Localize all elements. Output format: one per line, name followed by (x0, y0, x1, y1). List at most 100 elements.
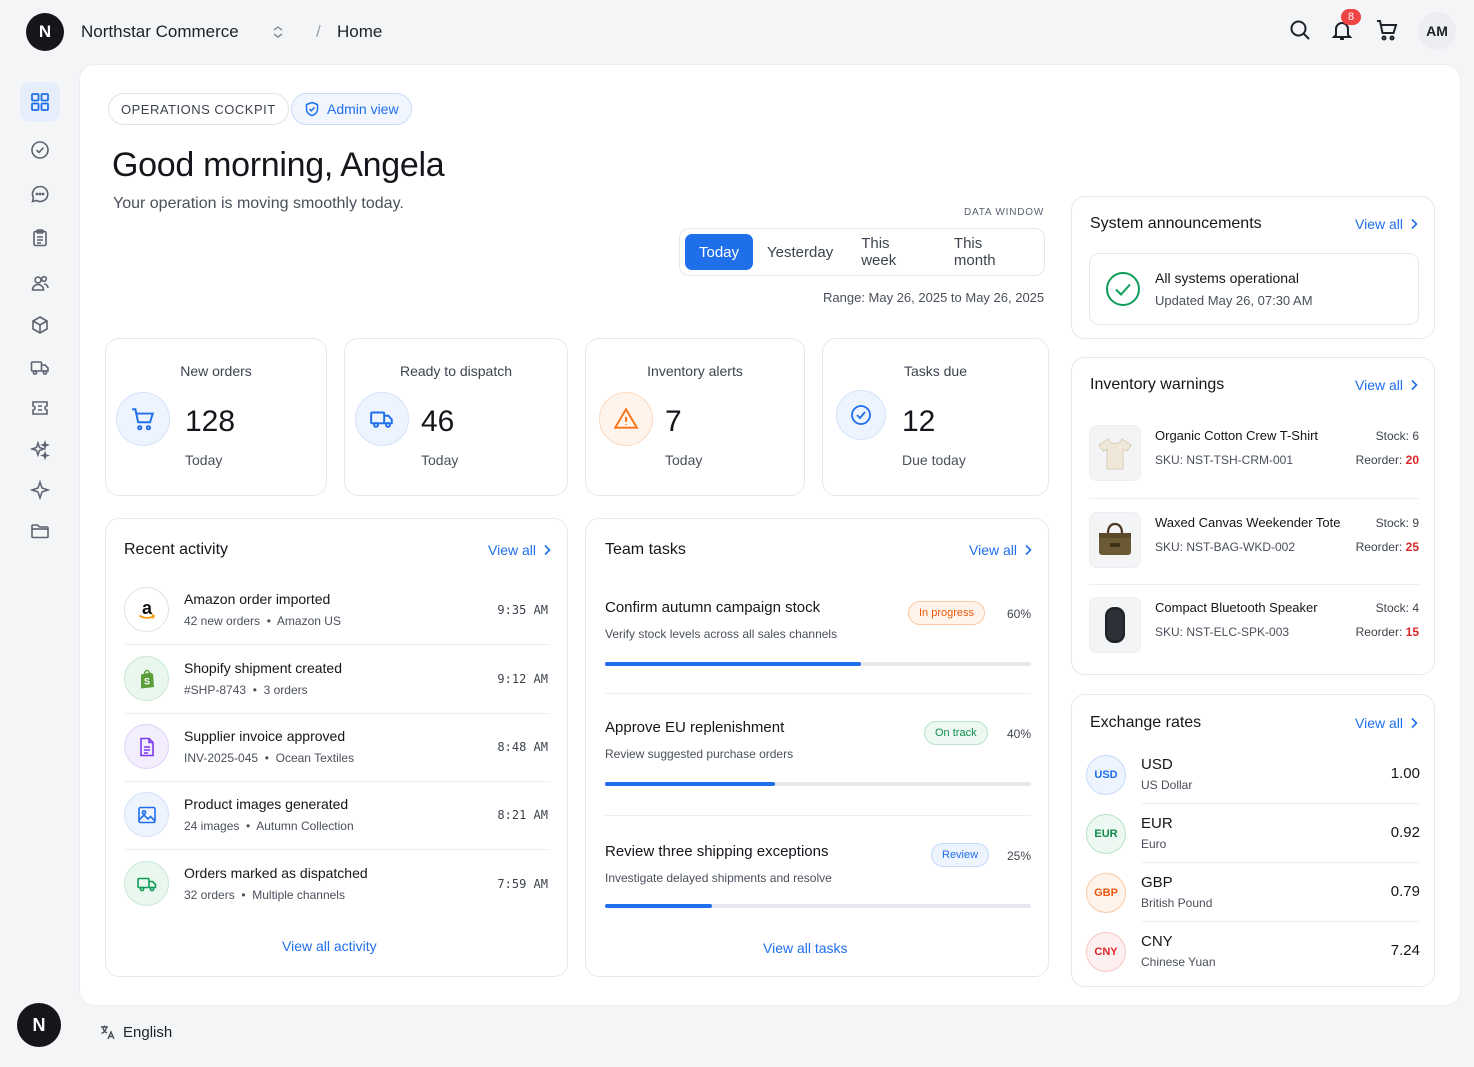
progress-fill (605, 782, 776, 786)
row-divider (124, 644, 550, 645)
sidebar-item-customers[interactable] (20, 263, 60, 303)
box-icon (32, 316, 48, 334)
inventory-item[interactable]: Waxed Canvas Weekender Tote SKU: NST-BAG… (1089, 505, 1419, 575)
row-divider (1089, 584, 1419, 585)
shield-check-icon (305, 101, 319, 117)
currency-badge: CNY (1086, 932, 1126, 972)
system-announcements-card: System announcements View all All system… (1071, 196, 1435, 339)
currency-badge: GBP (1086, 873, 1126, 913)
task-item[interactable]: Review three shipping exceptions Investi… (605, 843, 1031, 913)
sidebar-item-shipping[interactable] (20, 347, 60, 387)
sidebar-item-automations[interactable] (20, 430, 60, 470)
currency-name: Euro (1141, 837, 1167, 851)
announcements-view-all-link[interactable]: View all (1355, 216, 1419, 232)
user-avatar[interactable]: AM (1418, 12, 1456, 50)
brand-logo[interactable]: N (26, 13, 64, 51)
product-sku: SKU: NST-ELC-SPK-003 (1155, 625, 1290, 639)
sidebar-item-promotions[interactable] (20, 388, 60, 428)
progress-fill (605, 662, 861, 666)
activity-row[interactable]: Supplier invoice approved INV-2025-045 •… (124, 714, 550, 782)
speaker-icon (1089, 597, 1141, 653)
operations-cockpit-pill: OPERATIONS COCKPIT (108, 93, 289, 125)
stat-value: 128 (185, 405, 236, 438)
search-icon[interactable] (1288, 18, 1312, 42)
sidebar-item-ai[interactable] (20, 470, 60, 510)
recent-activity-title: Recent activity (124, 541, 229, 558)
activity-meta: INV-2025-045 • Ocean Textiles (184, 751, 355, 765)
task-percent: 25% (1006, 849, 1031, 863)
footer-brand-logo[interactable]: N (17, 1003, 61, 1047)
task-title: Review three shipping exceptions (605, 843, 829, 860)
currency-code: GBP (1141, 874, 1173, 891)
sidebar-item-files[interactable] (20, 511, 60, 551)
task-item[interactable]: Confirm autumn campaign stock Verify sto… (605, 599, 1031, 669)
announcement-item[interactable]: All systems operational Updated May 26, … (1089, 253, 1419, 325)
currency-code: EUR (1141, 815, 1173, 832)
row-divider (1142, 803, 1420, 804)
product-reorder: Reorder: 20 (1355, 453, 1419, 467)
tab-yesterday[interactable]: Yesterday (753, 234, 847, 270)
team-tasks-title: Team tasks (605, 541, 686, 558)
tab-this-month[interactable]: This month (940, 234, 1039, 270)
sidebar-item-orders[interactable] (20, 218, 60, 258)
activity-title: Supplier invoice approved (184, 728, 346, 744)
check-circle-icon (836, 390, 886, 440)
currency-badge: USD (1086, 755, 1126, 795)
sparkles-icon (30, 440, 50, 460)
stat-label: Tasks due (903, 363, 968, 379)
sidebar-item-messages[interactable] (20, 174, 60, 214)
currency-name: Chinese Yuan (1141, 955, 1216, 969)
product-sku: SKU: NST-TSH-CRM-001 (1155, 453, 1294, 467)
sidebar-item-tasks[interactable] (20, 130, 60, 170)
activity-row[interactable]: Orders marked as dispatched 32 orders • … (124, 851, 550, 919)
currency-rate: 0.92 (1390, 824, 1420, 841)
task-progress-bar (605, 904, 1031, 908)
tab-this-week[interactable]: This week (847, 234, 940, 270)
stat-card-tasks-due[interactable]: Tasks due 12 Due today (822, 338, 1049, 496)
tasks-view-all-link[interactable]: View all (969, 542, 1033, 558)
tab-today[interactable]: Today (685, 234, 754, 270)
exchange-rate-row[interactable]: GBP GBP British Pound 0.79 (1086, 864, 1420, 922)
stat-card-ready-to-dispatch[interactable]: Ready to dispatch 46 Today (344, 338, 568, 496)
stat-value: 46 (421, 405, 455, 438)
row-divider (1089, 498, 1419, 499)
stat-card-inventory-alerts[interactable]: Inventory alerts 7 Today (585, 338, 805, 496)
stat-card-new-orders[interactable]: New orders 128 Today (105, 338, 327, 496)
task-status-badge: On track (924, 721, 988, 745)
workspace-switch-icon[interactable] (270, 24, 286, 40)
breadcrumb-home[interactable]: Home (337, 22, 382, 42)
image-icon (124, 792, 169, 837)
data-window-tabs: Today Yesterday This week This month (679, 228, 1045, 276)
workspace-name[interactable]: Northstar Commerce (81, 22, 239, 42)
stat-label: New orders (180, 363, 252, 379)
task-item[interactable]: Approve EU replenishment Review suggeste… (605, 719, 1031, 789)
activity-row[interactable]: Product images generated 24 images • Aut… (124, 782, 550, 850)
activity-row[interactable]: S Shopify shipment created #SHP-8743 • 3… (124, 646, 550, 714)
activity-title: Shopify shipment created (184, 660, 342, 676)
tshirt-icon (1089, 425, 1141, 481)
exchange-rate-row[interactable]: CNY CNY Chinese Yuan 7.24 (1086, 923, 1420, 981)
exchange-rate-row[interactable]: USD USD US Dollar 1.00 (1086, 746, 1420, 804)
view-all-tasks-link[interactable]: View all tasks (763, 940, 848, 956)
inventory-warnings-title: Inventory warnings (1090, 376, 1225, 393)
activity-meta: 24 images • Autumn Collection (184, 819, 354, 833)
activity-meta: 42 new orders • Amazon US (184, 614, 341, 628)
product-name: Compact Bluetooth Speaker (1155, 600, 1318, 615)
admin-view-pill[interactable]: Admin view (291, 93, 412, 125)
exchange-rate-row[interactable]: EUR EUR Euro 0.92 (1086, 805, 1420, 863)
sidebar-item-products[interactable] (20, 305, 60, 345)
currency-rate: 7.24 (1390, 942, 1420, 959)
rates-view-all-link[interactable]: View all (1355, 715, 1419, 731)
language-selector[interactable]: English (99, 1023, 172, 1041)
cart-icon[interactable] (1375, 18, 1399, 42)
announcements-title: System announcements (1090, 215, 1262, 232)
view-all-activity-link[interactable]: View all activity (282, 938, 377, 954)
sidebar-item-dashboard[interactable] (20, 82, 60, 122)
inventory-item[interactable]: Organic Cotton Crew T-Shirt SKU: NST-TSH… (1089, 418, 1419, 488)
activity-view-all-link[interactable]: View all (488, 542, 552, 558)
inventory-view-all-link[interactable]: View all (1355, 377, 1419, 393)
inventory-item[interactable]: Compact Bluetooth Speaker SKU: NST-ELC-S… (1089, 590, 1419, 660)
product-reorder: Reorder: 15 (1355, 625, 1419, 639)
activity-row[interactable]: a Amazon order imported 42 new orders • … (124, 577, 550, 645)
task-divider (605, 693, 1031, 694)
